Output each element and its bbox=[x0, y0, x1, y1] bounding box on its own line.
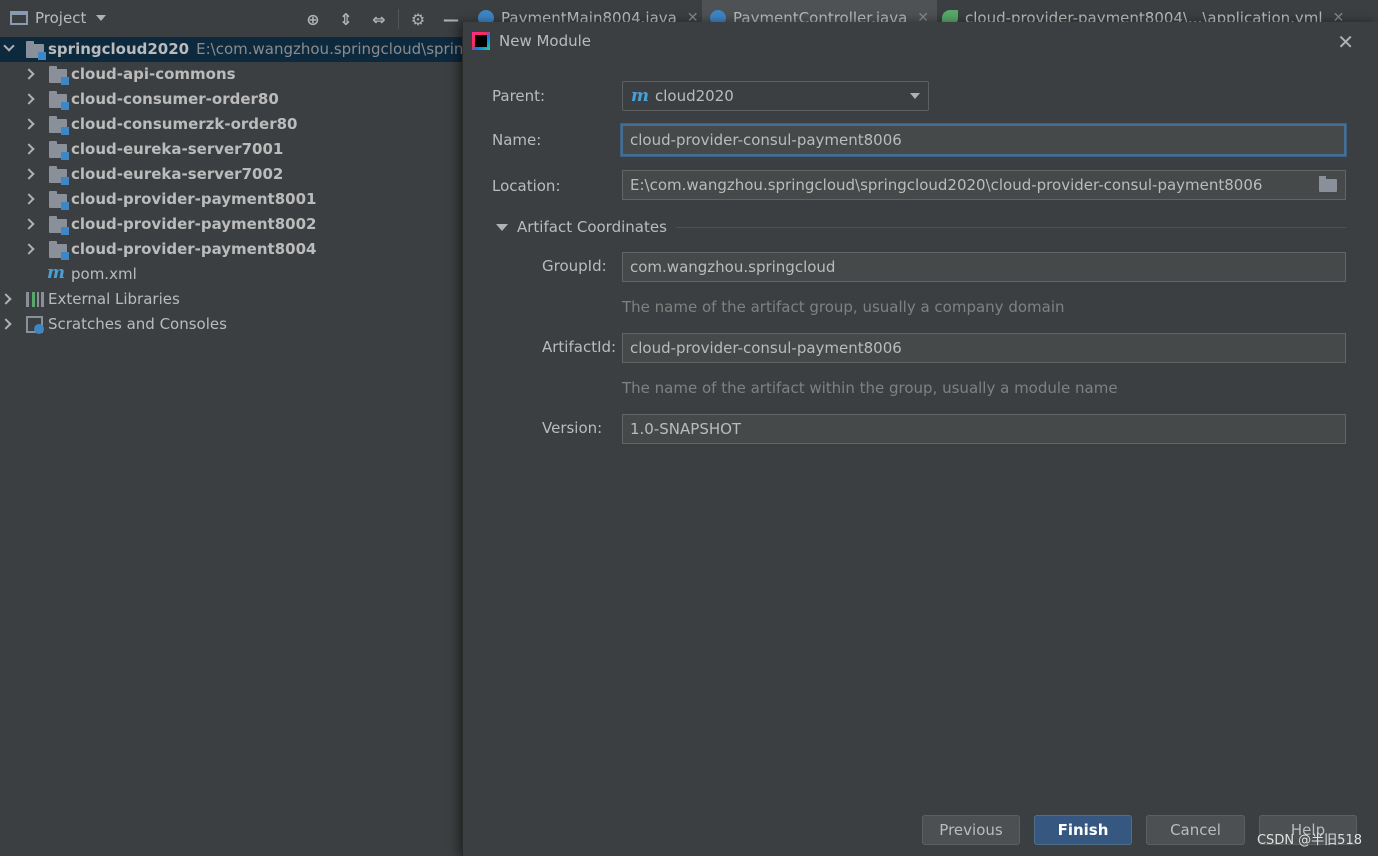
parent-label: Parent: bbox=[492, 87, 546, 105]
hide-icon[interactable]: — bbox=[440, 8, 462, 30]
tree-node-label: cloud-api-commons bbox=[71, 65, 236, 83]
toolbar-divider bbox=[398, 9, 399, 29]
tree-node-root[interactable]: springcloud2020 E:\com.wangzhou.springclo… bbox=[0, 37, 462, 62]
project-header: Project ⊕ ⇕ ⇔ ⚙ — bbox=[0, 0, 468, 36]
chevron-right-icon[interactable] bbox=[0, 293, 12, 305]
project-view-selector[interactable]: Project bbox=[10, 9, 107, 27]
module-folder-icon bbox=[49, 66, 69, 85]
module-folder-icon bbox=[49, 191, 69, 210]
project-toolbar: ⊕ ⇕ ⇔ ⚙ — bbox=[302, 8, 473, 30]
parent-value: cloud2020 bbox=[655, 87, 734, 105]
module-folder-icon bbox=[49, 241, 69, 260]
parent-select[interactable]: m cloud2020 bbox=[622, 81, 929, 111]
expand-all-icon[interactable]: ⇕ bbox=[335, 8, 357, 30]
chevron-down-icon[interactable] bbox=[3, 40, 15, 52]
root-path: E:\com.wangzhou.springcloud\springcloud2… bbox=[196, 40, 462, 58]
intellij-icon bbox=[472, 32, 490, 50]
module-folder-icon bbox=[49, 166, 69, 185]
section-divider bbox=[676, 227, 1346, 228]
tree-node-label: cloud-provider-payment8004 bbox=[71, 240, 317, 258]
tree-node-libraries[interactable]: External Libraries bbox=[0, 287, 462, 312]
maven-icon: m bbox=[631, 86, 649, 106]
location-input[interactable]: E:\com.wangzhou.springcloud\springcloud2… bbox=[622, 170, 1346, 200]
tree-node-module[interactable]: cloud-eureka-server7002 bbox=[0, 162, 462, 187]
project-title: Project bbox=[35, 9, 87, 27]
groupid-hint: The name of the artifact group, usually … bbox=[622, 298, 1065, 316]
previous-button[interactable]: Previous bbox=[922, 815, 1020, 845]
module-folder-icon bbox=[49, 91, 69, 110]
chevron-right-icon[interactable] bbox=[23, 68, 35, 80]
name-label: Name: bbox=[492, 131, 542, 149]
chevron-right-icon[interactable] bbox=[23, 218, 35, 230]
tree-node-label: cloud-provider-payment8001 bbox=[71, 190, 317, 208]
tree-node-label: springcloud2020 E:\com.wangzhou.springclo… bbox=[48, 40, 462, 58]
dialog-title-bar[interactable]: New Module ✕ bbox=[463, 22, 1378, 62]
chevron-down-icon[interactable] bbox=[910, 93, 920, 99]
locate-icon[interactable]: ⊕ bbox=[302, 8, 324, 30]
collapse-all-icon[interactable]: ⇔ bbox=[368, 8, 390, 30]
browse-folder-icon[interactable] bbox=[1319, 176, 1337, 192]
cancel-button[interactable]: Cancel bbox=[1146, 815, 1245, 845]
version-label: Version: bbox=[542, 419, 603, 437]
chevron-down-icon[interactable] bbox=[96, 15, 107, 21]
tree-node-module[interactable]: cloud-provider-payment8004 bbox=[0, 237, 462, 262]
finish-button[interactable]: Finish bbox=[1034, 815, 1132, 845]
module-folder-icon bbox=[49, 141, 69, 160]
tree-node-label: cloud-consumer-order80 bbox=[71, 90, 279, 108]
libraries-icon bbox=[26, 292, 44, 307]
groupid-input[interactable] bbox=[622, 252, 1346, 282]
location-value: E:\com.wangzhou.springcloud\springcloud2… bbox=[630, 176, 1263, 194]
tree-node-module[interactable]: cloud-eureka-server7001 bbox=[0, 137, 462, 162]
name-input[interactable] bbox=[621, 124, 1346, 156]
tree-node-module[interactable]: cloud-api-commons bbox=[0, 62, 462, 87]
tree-node-label: pom.xml bbox=[71, 265, 137, 283]
chevron-right-icon[interactable] bbox=[23, 243, 35, 255]
tree-node-label: Scratches and Consoles bbox=[48, 315, 227, 333]
artifact-coordinates-toggle[interactable]: Artifact Coordinates bbox=[496, 218, 667, 236]
gear-icon[interactable]: ⚙ bbox=[407, 8, 429, 30]
module-folder-icon bbox=[26, 41, 46, 60]
close-icon[interactable]: ✕ bbox=[1337, 30, 1354, 54]
tree-node-module[interactable]: cloud-provider-payment8001 bbox=[0, 187, 462, 212]
tree-node-label: cloud-eureka-server7001 bbox=[71, 140, 284, 158]
chevron-right-icon[interactable] bbox=[0, 318, 12, 330]
module-folder-icon bbox=[49, 116, 69, 135]
tree-node-scratches[interactable]: Scratches and Consoles bbox=[0, 312, 462, 337]
chevron-right-icon[interactable] bbox=[23, 93, 35, 105]
tree-node-label: cloud-eureka-server7002 bbox=[71, 165, 284, 183]
scratches-icon bbox=[26, 316, 44, 334]
tree-node-file[interactable]: m pom.xml bbox=[0, 262, 462, 287]
project-tree: springcloud2020 E:\com.wangzhou.springclo… bbox=[0, 37, 462, 337]
artifactid-input[interactable] bbox=[622, 333, 1346, 363]
artifact-section-title: Artifact Coordinates bbox=[517, 218, 667, 236]
chevron-right-icon[interactable] bbox=[23, 143, 35, 155]
artifactid-hint: The name of the artifact within the grou… bbox=[622, 379, 1118, 397]
chevron-right-icon[interactable] bbox=[23, 168, 35, 180]
watermark: CSDN @半旧518 bbox=[1256, 833, 1362, 848]
project-tool-window: Project ⊕ ⇕ ⇔ ⚙ — springcloud2020 E:\com.… bbox=[0, 0, 462, 856]
new-module-dialog: New Module ✕ Parent: m cloud2020 Name: L… bbox=[462, 22, 1378, 856]
chevron-down-icon bbox=[496, 223, 508, 231]
tree-node-module[interactable]: cloud-provider-payment8002 bbox=[0, 212, 462, 237]
dialog-title: New Module bbox=[499, 32, 592, 50]
tree-node-label: External Libraries bbox=[48, 290, 180, 308]
groupid-label: GroupId: bbox=[542, 257, 607, 275]
location-label: Location: bbox=[492, 177, 561, 195]
root-name: springcloud2020 bbox=[48, 40, 190, 58]
artifactid-label: ArtifactId: bbox=[542, 338, 617, 356]
maven-icon: m bbox=[47, 263, 65, 283]
project-window-icon bbox=[10, 11, 28, 25]
module-folder-icon bbox=[49, 216, 69, 235]
version-input[interactable] bbox=[622, 414, 1346, 444]
tree-node-label: cloud-provider-payment8002 bbox=[71, 215, 317, 233]
tree-node-module[interactable]: cloud-consumer-order80 bbox=[0, 87, 462, 112]
tree-node-label: cloud-consumerzk-order80 bbox=[71, 115, 298, 133]
tree-node-module[interactable]: cloud-consumerzk-order80 bbox=[0, 112, 462, 137]
chevron-right-icon[interactable] bbox=[23, 193, 35, 205]
chevron-right-icon[interactable] bbox=[23, 118, 35, 130]
